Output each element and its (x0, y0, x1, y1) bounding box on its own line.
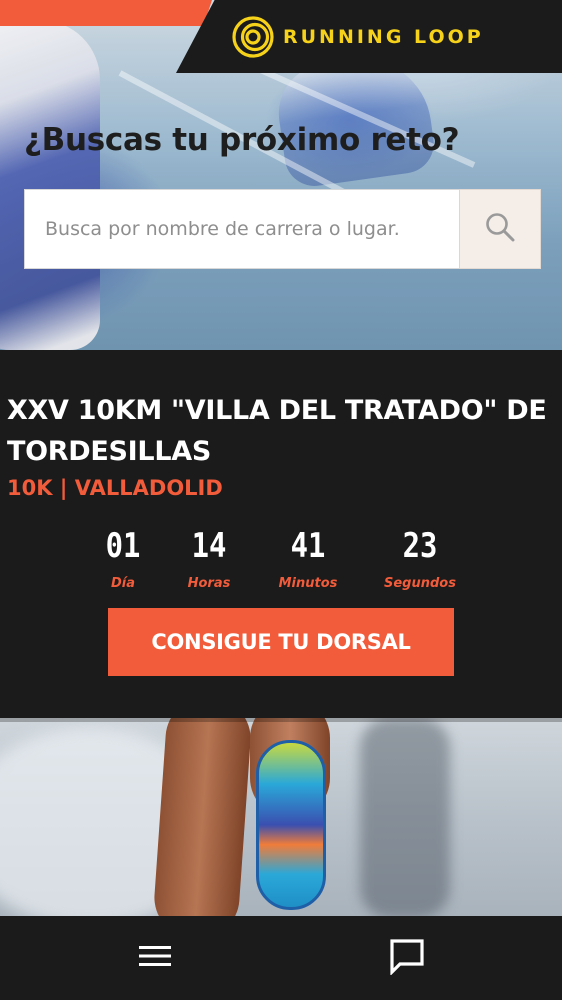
brand-name[interactable]: RUNNING LOOP (283, 26, 484, 48)
chat-button[interactable] (385, 936, 429, 980)
chat-icon (388, 937, 426, 980)
countdown-value: 41 (290, 526, 326, 566)
event-countdown: 01 Día 14 Horas 41 Minutos 23 Segundos (0, 526, 562, 596)
featured-event: XXV 10KM "VILLA DEL TRATADO" DE TORDESIL… (0, 350, 562, 718)
race-search-form (24, 189, 541, 269)
bottom-navigation (0, 916, 562, 1000)
hero-title: ¿Buscas tu próximo reto? (24, 122, 460, 158)
countdown-value: 23 (402, 526, 438, 566)
event-title[interactable]: XXV 10KM "VILLA DEL TRATADO" DE TORDESIL… (7, 390, 552, 472)
race-search-input[interactable] (24, 189, 460, 269)
countdown-label: Minutos (278, 576, 338, 591)
header-accent-strip (0, 0, 212, 26)
search-button[interactable] (460, 189, 541, 269)
loop-logo-icon[interactable] (231, 15, 275, 59)
countdown-value: 14 (191, 526, 227, 566)
countdown-label: Segundos (384, 576, 456, 591)
menu-button[interactable] (133, 936, 177, 980)
running-shoe-sole (256, 740, 326, 910)
countdown-hours: 14 Horas (154, 526, 264, 591)
countdown-minutes: 41 Minutos (253, 526, 363, 591)
get-bib-button[interactable]: CONSIGUE TU DORSAL (108, 608, 454, 676)
event-subtitle: 10K | VALLADOLID (7, 476, 223, 500)
countdown-label: Horas (187, 576, 231, 591)
countdown-seconds: 23 Segundos (365, 526, 475, 591)
search-icon (483, 210, 517, 249)
runner-photo (0, 718, 562, 916)
hamburger-menu-icon (137, 941, 173, 976)
brand-header: RUNNING LOOP (176, 0, 562, 73)
